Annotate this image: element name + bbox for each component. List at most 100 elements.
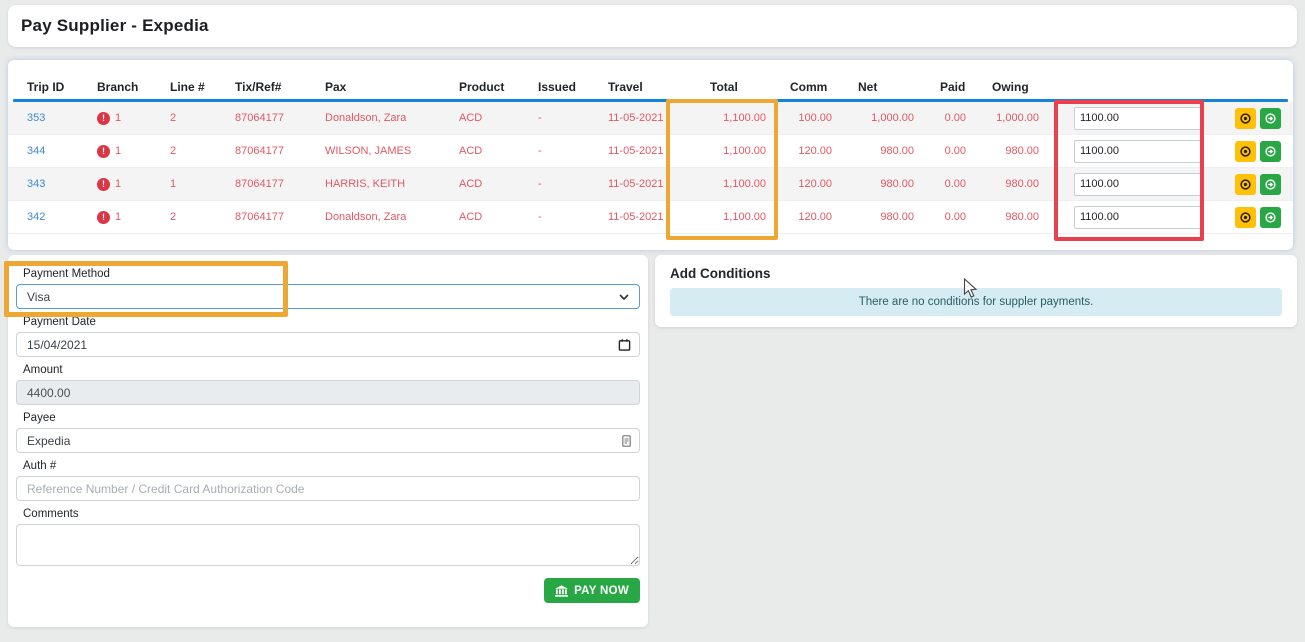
page-title: Pay Supplier - Expedia <box>21 16 209 35</box>
tix-ref: 87064177 <box>235 112 284 124</box>
branch-value: 1 <box>115 112 122 124</box>
payment-date-input[interactable] <box>16 332 640 357</box>
row-amount-input[interactable] <box>1074 139 1203 163</box>
travel-date: 11-05-2021 <box>608 145 664 157</box>
col-total: Total <box>710 79 738 94</box>
col-comm: Comm <box>790 79 828 94</box>
line-number: 1 <box>170 178 177 190</box>
pax-name: HARRIS, KEITH <box>325 178 406 190</box>
col-issued: Issued <box>538 79 577 94</box>
net-amount: 980.00 <box>880 178 914 190</box>
trips-table: Trip ID Branch Line # Tix/Ref# Pax Produ… <box>8 60 1293 250</box>
owing-amount: 1,000.00 <box>996 112 1039 124</box>
net-amount: 980.00 <box>880 145 914 157</box>
comments-label: Comments <box>23 508 79 520</box>
table-header-row: Trip ID Branch Line # Tix/Ref# Pax Produ… <box>8 74 1293 99</box>
page-header: Pay Supplier - Expedia <box>8 5 1297 47</box>
paid-amount: 0.00 <box>944 145 966 157</box>
total-amount: 1,100.00 <box>723 211 766 223</box>
circle-dot-button[interactable] <box>1235 140 1256 162</box>
calendar-icon[interactable] <box>618 338 631 351</box>
col-travel: Travel <box>608 79 643 94</box>
amount-input <box>16 380 640 405</box>
conditions-title: Add Conditions <box>670 266 771 281</box>
row-amount-input[interactable] <box>1074 172 1203 196</box>
trip-id-link[interactable]: 344 <box>27 145 45 157</box>
auth-input[interactable] <box>16 476 640 501</box>
col-net: Net <box>858 79 878 94</box>
trip-id-link[interactable]: 343 <box>27 178 45 190</box>
payee-input[interactable] <box>16 428 640 453</box>
bank-icon <box>555 584 569 597</box>
product-code: ACD <box>459 211 483 223</box>
branch-value: 1 <box>115 211 122 223</box>
circle-arrow-button[interactable] <box>1260 206 1281 228</box>
payee-label: Payee <box>23 412 56 424</box>
exclamation-circle-icon: ! <box>97 210 110 224</box>
conditions-panel: Add Conditions There are no conditions f… <box>655 255 1297 327</box>
pax-name: Donaldson, Zara <box>325 112 407 124</box>
total-amount: 1,100.00 <box>723 112 766 124</box>
trip-id-link[interactable]: 353 <box>27 112 45 124</box>
total-amount: 1,100.00 <box>723 145 766 157</box>
row-amount-input[interactable] <box>1074 205 1203 229</box>
comm-amount: 120.00 <box>798 211 832 223</box>
payment-date-label: Payment Date <box>23 316 96 328</box>
col-line: Line # <box>170 79 205 94</box>
product-code: ACD <box>459 112 483 124</box>
travel-date: 11-05-2021 <box>608 211 664 223</box>
col-tix-ref: Tix/Ref# <box>235 79 282 94</box>
paid-amount: 0.00 <box>944 178 966 190</box>
owing-amount: 980.00 <box>1005 211 1039 223</box>
issued-date: - <box>538 178 542 190</box>
tix-ref: 87064177 <box>235 178 284 190</box>
comm-amount: 120.00 <box>798 178 832 190</box>
comments-textarea[interactable] <box>16 524 640 566</box>
table-row: 342 ! 1 2 87064177 Donaldson, Zara ACD -… <box>8 201 1293 234</box>
conditions-empty-message: There are no conditions for suppler paym… <box>858 296 1094 308</box>
circle-arrow-button[interactable] <box>1260 107 1281 129</box>
travel-date: 11-05-2021 <box>608 112 664 124</box>
table-row: 344 ! 1 2 87064177 WILSON, JAMES ACD - 1… <box>8 135 1293 168</box>
branch-value: 1 <box>115 145 122 157</box>
payment-method-label: Payment Method <box>23 268 110 280</box>
issued-date: - <box>538 145 542 157</box>
exclamation-circle-icon: ! <box>97 111 110 125</box>
circle-arrow-button[interactable] <box>1260 140 1281 162</box>
circle-dot-button[interactable] <box>1235 206 1256 228</box>
col-trip-id: Trip ID <box>27 79 65 94</box>
tix-ref: 87064177 <box>235 145 284 157</box>
comm-amount: 100.00 <box>798 112 832 124</box>
col-branch: Branch <box>97 79 139 94</box>
payment-form: Payment Method Visa Payment Date Amount … <box>8 255 648 627</box>
circle-arrow-button[interactable] <box>1260 173 1281 195</box>
circle-dot-button[interactable] <box>1235 107 1256 129</box>
net-amount: 980.00 <box>880 211 914 223</box>
net-amount: 1,000.00 <box>871 112 914 124</box>
exclamation-circle-icon: ! <box>97 144 110 158</box>
table-row: 343 ! 1 1 87064177 HARRIS, KEITH ACD - 1… <box>8 168 1293 201</box>
line-number: 2 <box>170 145 177 157</box>
issued-date: - <box>538 211 542 223</box>
contact-card-icon[interactable] <box>622 434 631 447</box>
comm-amount: 120.00 <box>798 145 832 157</box>
pay-supplier-page: Pay Supplier - Expedia Trip ID Branch Li… <box>0 0 1305 642</box>
payment-method-value: Visa <box>27 289 51 304</box>
amount-label: Amount <box>23 364 63 376</box>
payment-method-select[interactable]: Visa <box>16 284 640 309</box>
pax-name: WILSON, JAMES <box>325 145 412 157</box>
circle-dot-button[interactable] <box>1235 173 1256 195</box>
trip-id-link[interactable]: 342 <box>27 211 45 223</box>
tix-ref: 87064177 <box>235 211 284 223</box>
line-number: 2 <box>170 112 177 124</box>
table-row: 353 ! 1 2 87064177 Donaldson, Zara ACD -… <box>8 102 1293 135</box>
owing-amount: 980.00 <box>1005 145 1039 157</box>
table-body: 353 ! 1 2 87064177 Donaldson, Zara ACD -… <box>8 102 1293 234</box>
pay-now-button[interactable]: PAY NOW <box>544 578 640 603</box>
row-amount-input[interactable] <box>1074 106 1203 130</box>
col-owing: Owing <box>992 79 1029 94</box>
pax-name: Donaldson, Zara <box>325 211 407 223</box>
exclamation-circle-icon: ! <box>97 177 110 191</box>
travel-date: 11-05-2021 <box>608 178 664 190</box>
product-code: ACD <box>459 145 483 157</box>
